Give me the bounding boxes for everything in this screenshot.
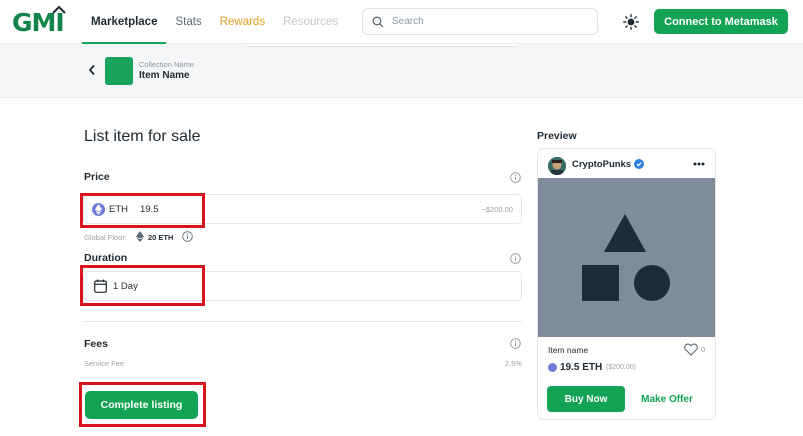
connect-metamask-button[interactable]: Connect to Metamask [654,9,788,34]
card-price: 19.5 ETH [560,362,603,373]
floor-eth-icon [136,231,144,242]
creator-name[interactable]: CryptoPunks [572,159,631,170]
nav-item-rewards[interactable]: Rewards [211,0,274,44]
item-thumbnail [105,57,133,85]
verified-badge-icon [634,159,644,169]
duration-info-icon[interactable] [510,253,521,264]
main-nav: Marketplace Stats Rewards Resources [82,0,347,44]
page-title: List item for sale [84,128,201,145]
highlight-duration-box [80,265,205,306]
card-price-usd: ($200.00) [606,364,636,371]
card-eth-icon [548,363,557,372]
highlight-complete-box [79,382,206,427]
service-fee-value: 2.5% [504,359,522,368]
buy-now-button[interactable]: Buy Now [547,386,625,412]
global-floor-value: 20 ETH [148,233,174,242]
collection-name[interactable]: Collection Name [139,60,194,69]
back-button[interactable] [86,62,98,78]
chevron-left-icon [88,64,95,76]
preview-title: Preview [537,130,577,142]
likes-count: 0 [701,345,706,354]
fees-info-icon[interactable] [510,338,521,349]
theme-toggle-button[interactable] [621,12,641,32]
more-options-icon[interactable] [693,162,705,166]
placeholder-shapes-icon [582,214,670,301]
duration-label: Duration [84,252,128,264]
nav-item-stats[interactable]: Stats [166,0,210,44]
item-media [538,178,715,337]
nav-item-marketplace[interactable]: Marketplace [82,0,167,44]
search-icon [372,16,384,27]
heart-icon[interactable] [684,343,698,356]
section-divider [83,321,522,322]
logo-roof-icon [52,6,66,14]
make-offer-button[interactable]: Make Offer [630,386,704,412]
price-label: Price [84,171,110,183]
search-input[interactable]: Search [362,8,598,35]
service-fee-label: Service Fee [84,359,125,368]
card-item-name: Item name [548,345,589,355]
sun-icon [623,14,639,30]
floor-info-icon[interactable] [182,231,193,242]
subheader-tab-edge [247,44,517,47]
top-header: GMI Marketplace Stats Rewards Resources … [0,0,803,44]
price-usd-estimate: ~$200.00 [481,205,514,214]
search-placeholder: Search [392,16,424,27]
creator-avatar[interactable] [548,157,566,175]
global-floor-label: Global Floor: [84,233,127,242]
avatar-face-icon [548,157,566,175]
item-name: Item Name [139,70,190,81]
gmi-logo[interactable]: GMI [12,6,66,38]
fees-label: Fees [84,338,108,350]
highlight-price-box [80,193,205,228]
preview-card: CryptoPunks Item name 0 19.5 ETH ($200.0… [537,148,716,420]
price-info-icon[interactable] [510,172,521,183]
nav-item-resources[interactable]: Resources [274,0,347,44]
